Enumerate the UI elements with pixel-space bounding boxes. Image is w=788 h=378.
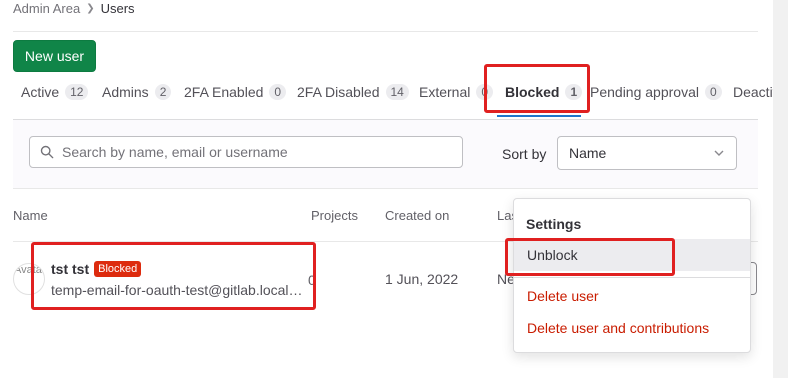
tab-label: External xyxy=(419,84,471,100)
tab-2fa-disabled[interactable]: 2FA Disabled 14 xyxy=(297,84,409,100)
status-badge: Blocked xyxy=(94,261,142,277)
tab-count-badge: 0 xyxy=(476,84,494,100)
tab-label: Pending approval xyxy=(590,84,699,100)
dropdown-header: Settings xyxy=(526,216,582,232)
column-header-created-on: Created on xyxy=(385,208,450,223)
tab-count-badge: 2 xyxy=(154,84,172,100)
search-input[interactable] xyxy=(62,144,442,160)
table-row-user-name: tst tst Blocked xyxy=(51,261,142,277)
sort-selected-value: Name xyxy=(569,145,607,161)
tab-blocked[interactable]: Blocked 1 xyxy=(505,84,583,100)
tab-count-badge: 12 xyxy=(65,84,89,100)
user-name[interactable]: tst tst xyxy=(51,261,89,277)
user-created-on: 1 Jun, 2022 xyxy=(385,271,459,287)
tab-label: Active xyxy=(21,84,60,100)
search-icon xyxy=(40,145,54,159)
user-email: temp-email-for-oauth-test@gitlab.localho… xyxy=(51,282,305,298)
unblock-menu-item[interactable]: Unblock xyxy=(514,239,750,271)
sort-by-label: Sort by xyxy=(502,146,547,162)
tab-pending-approval[interactable]: Pending approval 0 xyxy=(590,84,722,100)
chevron-right-icon: ❯ xyxy=(86,3,95,14)
tab-label: Blocked xyxy=(505,84,560,100)
sort-dropdown[interactable]: Name xyxy=(557,136,737,170)
breadcrumb-users[interactable]: Users xyxy=(101,1,135,16)
new-user-button[interactable]: New user xyxy=(13,40,96,72)
breadcrumb-admin-area[interactable]: Admin Area xyxy=(13,1,80,16)
tab-count-badge: 14 xyxy=(385,84,409,100)
column-header-projects: Projects xyxy=(311,208,358,223)
tab-label: 2FA Enabled xyxy=(184,84,264,100)
user-filter-tabs: Active 12 Admins 2 2FA Enabled 0 2FA Dis… xyxy=(0,76,773,120)
chevron-down-icon xyxy=(714,150,724,156)
dropdown-divider xyxy=(514,277,750,278)
tab-count-badge: 1 xyxy=(565,84,583,100)
tab-label: Deactivated xyxy=(733,84,773,100)
tab-count-badge: 0 xyxy=(704,84,722,100)
delete-user-menu-item[interactable]: Delete user xyxy=(514,280,750,312)
page-scrollbar[interactable] xyxy=(773,0,788,378)
header-divider xyxy=(13,31,758,32)
tab-label: Admins xyxy=(102,84,149,100)
search-box[interactable] xyxy=(29,136,463,168)
tab-active[interactable]: Active 12 xyxy=(21,84,89,100)
delete-user-and-contributions-menu-item[interactable]: Delete user and contributions xyxy=(514,312,750,344)
tab-count-badge: 0 xyxy=(269,84,287,100)
avatar[interactable]: Avatar xyxy=(13,263,45,295)
breadcrumb: Admin Area ❯ Users xyxy=(13,1,135,16)
column-header-name: Name xyxy=(13,208,48,223)
tab-2fa-enabled[interactable]: 2FA Enabled 0 xyxy=(184,84,287,100)
tab-label: 2FA Disabled xyxy=(297,84,380,100)
active-tab-indicator xyxy=(497,115,581,117)
tab-external[interactable]: External 0 xyxy=(419,84,494,100)
user-projects-count: 0 xyxy=(308,272,316,288)
tab-admins[interactable]: Admins 2 xyxy=(102,84,172,100)
tab-deactivated[interactable]: Deactivated xyxy=(733,84,773,100)
avatar-alt-text: Avatar xyxy=(14,264,45,276)
